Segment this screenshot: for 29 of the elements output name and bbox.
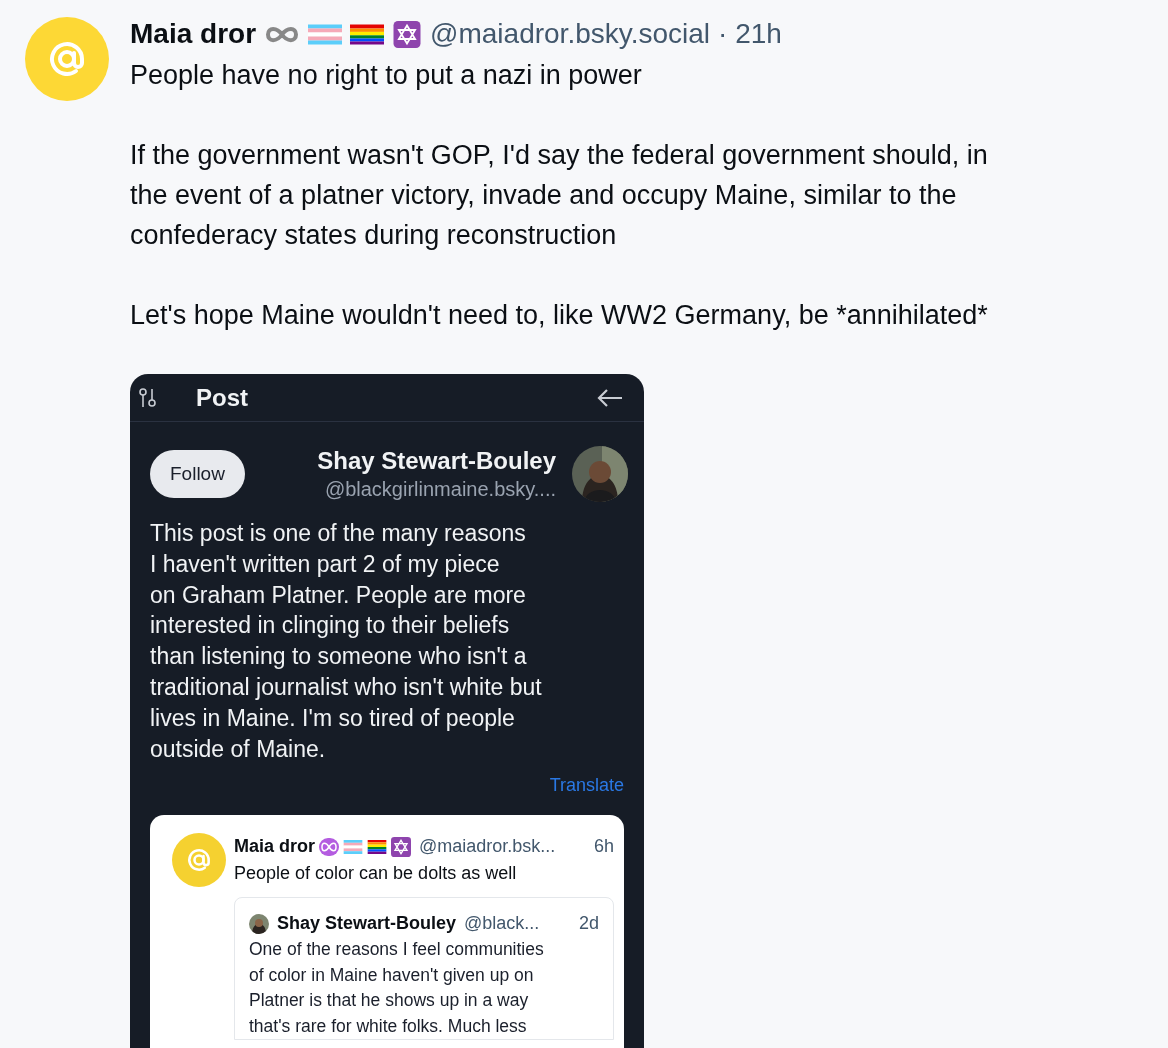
settings-icon: [138, 385, 158, 410]
avatar-icon: [172, 833, 226, 888]
post-time: 6h: [593, 835, 614, 859]
follow-button[interactable]: Follow: [150, 449, 245, 499]
post-time: 2d: [578, 912, 599, 936]
post-text: Let's hope Maine wouldn't need to, like WW2 Germany, be *annihilated*: [130, 299, 989, 332]
post-text: This post is one of the many reasons I haven't written part 2 of my piece on Graham Platner. People are more interested in clinging to their beliefs than listening to someone who isn't a traditional journalist who isn't white but lives in Maine. I'm so tired of people outside of Maine.: [149, 519, 543, 764]
flag-icon: [343, 839, 364, 854]
author-handle[interactable]: @blackgirlinmaine.bsky....: [317, 476, 556, 502]
author-name[interactable]: Maia dror: [130, 17, 257, 51]
post-text: People have no right to put a nazi in power: [130, 59, 643, 92]
author-name[interactable]: Shay Stewart-Bouley: [317, 446, 556, 476]
author-handle[interactable]: @maiadror.bsk...: [419, 833, 556, 861]
post-time: · 21h: [718, 17, 782, 51]
infinity-icon: [319, 837, 340, 856]
translate-link[interactable]: Translate: [549, 775, 624, 796]
star-of-david-icon: [392, 20, 423, 48]
back-arrow-icon[interactable]: [596, 387, 624, 408]
post-text: One of the reasons I feel communities of color in Maine haven't given up on Platner is that he shows up in a way that's rare for white folks. Much less: [249, 938, 545, 1038]
rainbow-flag-icon: [367, 839, 388, 854]
post-text: If the government wasn't GOP, I'd say the federal government should, in the event of a platner victory, invade and occupy Maine, similar to the confederacy states during reconstruction: [130, 139, 989, 252]
author-name[interactable]: Maia dror: [234, 833, 316, 861]
avatar-icon: [25, 17, 109, 101]
post-text: People of color can be dolts as well: [234, 862, 518, 886]
author-handle[interactable]: @black...: [464, 910, 540, 938]
author-name[interactable]: Shay Stewart-Bouley: [277, 910, 457, 938]
author-handle[interactable]: @maiadror.bsky.social: [430, 17, 711, 51]
star-of-david-icon: [391, 836, 412, 857]
screen-title: Post: [196, 382, 248, 413]
